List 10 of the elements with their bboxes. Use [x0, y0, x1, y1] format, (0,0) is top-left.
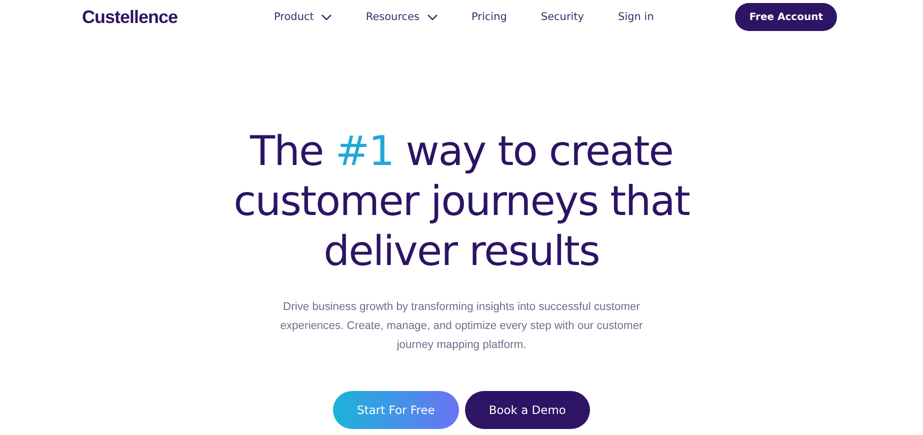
logo[interactable]: Custellence	[82, 6, 274, 28]
free-account-button[interactable]: Free Account	[735, 3, 837, 31]
nav-link[interactable]: Sign in	[618, 11, 654, 23]
nav-link[interactable]: Pricing	[472, 11, 507, 23]
book-demo-button[interactable]: Book a Demo	[464, 391, 590, 429]
headline: The #1 way to create customer journeys that deliver results	[232, 126, 690, 276]
nav-link[interactable]: Resources	[366, 11, 438, 23]
description: Drive business growth by transforming insights into successful customer experiences. Create, manage, and optimize every step with our customer journey mapping platform.	[279, 300, 644, 353]
nav-link[interactable]: Product	[274, 11, 332, 23]
nav-link[interactable]: Security	[540, 11, 584, 23]
